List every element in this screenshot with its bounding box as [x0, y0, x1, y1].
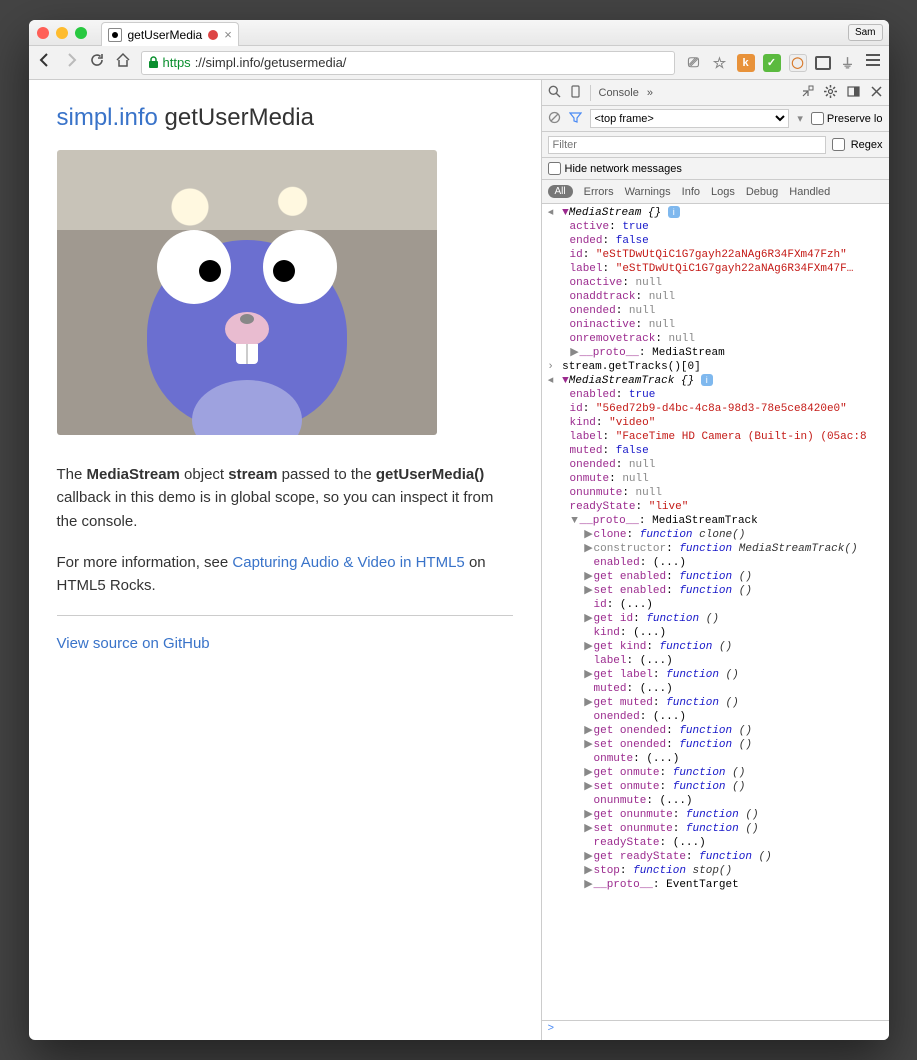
titlebar: getUserMedia × Sam [29, 20, 889, 46]
devtools-panel: Console » <top frame> ▾ Preserve [541, 80, 889, 1040]
maximize-window-button[interactable] [75, 27, 87, 39]
favicon-icon [108, 28, 122, 42]
capturing-link[interactable]: Capturing Audio & Video in HTML5 [232, 554, 464, 571]
level-warnings[interactable]: Warnings [625, 186, 671, 198]
camera-indicator-icon[interactable]: ⎚ [685, 54, 703, 72]
extension-icon-o[interactable]: ◯ [789, 54, 807, 72]
level-errors[interactable]: Errors [584, 186, 614, 198]
page-heading: simpl.info getUserMedia [57, 104, 513, 132]
lock-icon [148, 56, 159, 69]
gopher-image [147, 240, 347, 430]
level-all[interactable]: All [548, 185, 573, 198]
view-source-link[interactable]: View source on GitHub [57, 635, 210, 652]
close-tab-icon[interactable]: × [224, 27, 232, 42]
devtools-context-bar: <top frame> ▾ Preserve lo [542, 106, 889, 132]
cast-icon[interactable] [815, 56, 831, 70]
extension-icon-check[interactable]: ✓ [763, 54, 781, 72]
profile-badge[interactable]: Sam [848, 24, 883, 41]
extension-icons: ⎚ ☆ k ✓ ◯ ⏚ [685, 53, 881, 72]
console-output[interactable]: ◂ ▼MediaStream {} i active: true ended: … [542, 204, 889, 1020]
browser-tab[interactable]: getUserMedia × [101, 22, 239, 46]
url-scheme: https [163, 55, 191, 70]
extension-icon-device[interactable]: ⏚ [839, 54, 857, 72]
dock-icon[interactable] [847, 85, 860, 101]
content-area: simpl.info getUserMedia The MediaStream … [29, 80, 889, 1040]
page-content: simpl.info getUserMedia The MediaStream … [29, 80, 541, 1040]
regex-label: Regex [851, 139, 883, 151]
devtools-level-bar: All Errors Warnings Info Logs Debug Hand… [542, 180, 889, 204]
heading-text: getUserMedia [158, 104, 314, 131]
url-path: ://simpl.info/getusermedia/ [195, 55, 347, 70]
video-preview [57, 150, 437, 435]
minimize-window-button[interactable] [56, 27, 68, 39]
recording-indicator-icon [208, 30, 218, 40]
heading-link[interactable]: simpl.info [57, 104, 158, 131]
frame-select[interactable]: <top frame> [590, 109, 790, 128]
preserve-log-label: Preserve lo [827, 113, 883, 125]
paragraph-2: For more information, see Capturing Audi… [57, 551, 513, 598]
nav-buttons [37, 52, 131, 73]
filter-funnel-icon[interactable] [569, 111, 582, 127]
close-window-button[interactable] [37, 27, 49, 39]
paragraph-1: The MediaStream object stream passed to … [57, 463, 513, 533]
window-controls [37, 27, 87, 39]
forward-button[interactable] [63, 52, 79, 73]
level-info[interactable]: Info [682, 186, 700, 198]
browser-window: getUserMedia × Sam https ://simpl.info/ge… [29, 20, 889, 1040]
extension-icon-k[interactable]: k [737, 54, 755, 72]
settings-gear-icon[interactable] [824, 85, 837, 101]
device-mode-icon[interactable] [569, 85, 582, 101]
toolbar: https ://simpl.info/getusermedia/ ⎚ ☆ k ✓… [29, 46, 889, 80]
level-handled[interactable]: Handled [789, 186, 830, 198]
devtools-filter-bar: Regex [542, 132, 889, 158]
bookmark-star-icon[interactable]: ☆ [711, 54, 729, 72]
level-logs[interactable]: Logs [711, 186, 735, 198]
console-tab[interactable]: Console [599, 87, 639, 99]
home-button[interactable] [115, 52, 131, 73]
back-button[interactable] [37, 52, 53, 73]
console-prompt[interactable]: > [542, 1020, 889, 1040]
address-bar[interactable]: https ://simpl.info/getusermedia/ [141, 51, 675, 75]
filter-input[interactable] [548, 136, 826, 154]
divider [57, 615, 513, 616]
hide-network-label: Hide network messages [565, 163, 682, 175]
devtools-hide-bar: Hide network messages [542, 158, 889, 180]
reload-button[interactable] [89, 52, 105, 73]
close-devtools-icon[interactable] [870, 85, 883, 101]
level-debug[interactable]: Debug [746, 186, 778, 198]
clear-console-icon[interactable] [548, 111, 561, 127]
show-drawer-icon[interactable] [801, 85, 814, 101]
hamburger-menu-icon[interactable] [865, 53, 881, 72]
devtools-toolbar: Console » [542, 80, 889, 106]
preserve-log-checkbox[interactable] [811, 112, 824, 125]
tab-title: getUserMedia [128, 28, 203, 42]
hide-network-checkbox[interactable] [548, 162, 561, 175]
more-tabs-icon[interactable]: » [647, 87, 653, 99]
regex-checkbox[interactable] [832, 138, 845, 151]
inspect-icon[interactable] [548, 85, 561, 101]
